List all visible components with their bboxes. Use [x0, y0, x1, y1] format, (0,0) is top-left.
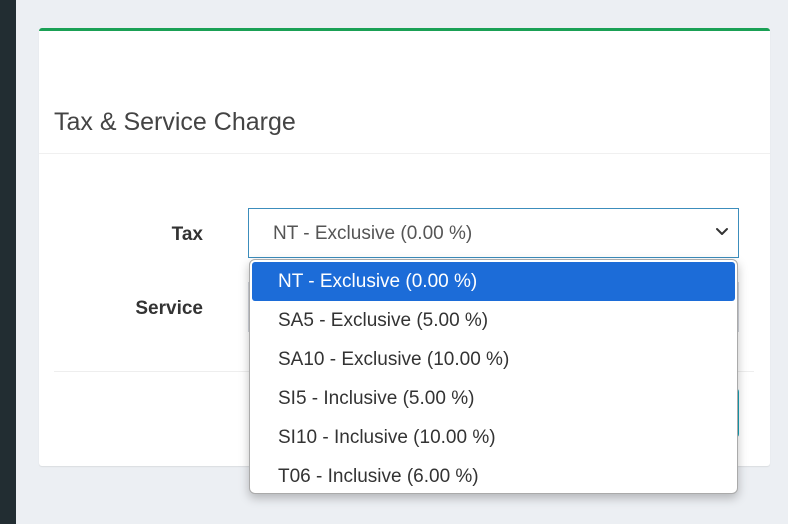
tax-select-value: NT - Exclusive (0.00 %) [273, 223, 473, 244]
tax-option[interactable]: T06 - Inclusive (6.00 %) [252, 457, 735, 493]
tax-option[interactable]: SA5 - Exclusive (5.00 %) [252, 301, 735, 340]
tax-option[interactable]: SI5 - Inclusive (5.00 %) [252, 379, 735, 418]
tax-option[interactable]: SI10 - Inclusive (10.00 %) [252, 418, 735, 457]
service-label: Service [135, 298, 203, 319]
chevron-down-icon [714, 223, 730, 239]
tax-select[interactable]: NT - Exclusive (0.00 %) [248, 208, 739, 258]
card-title: Tax & Service Charge [54, 108, 296, 136]
tax-option[interactable]: NT - Exclusive (0.00 %) [252, 262, 735, 301]
header-divider [39, 153, 770, 154]
tax-label: Tax [171, 224, 203, 245]
tax-options-dropdown[interactable]: NT - Exclusive (0.00 %) SA5 - Exclusive … [249, 259, 738, 494]
tax-option[interactable]: SA10 - Exclusive (10.00 %) [252, 340, 735, 379]
sidebar-edge [0, 0, 16, 524]
